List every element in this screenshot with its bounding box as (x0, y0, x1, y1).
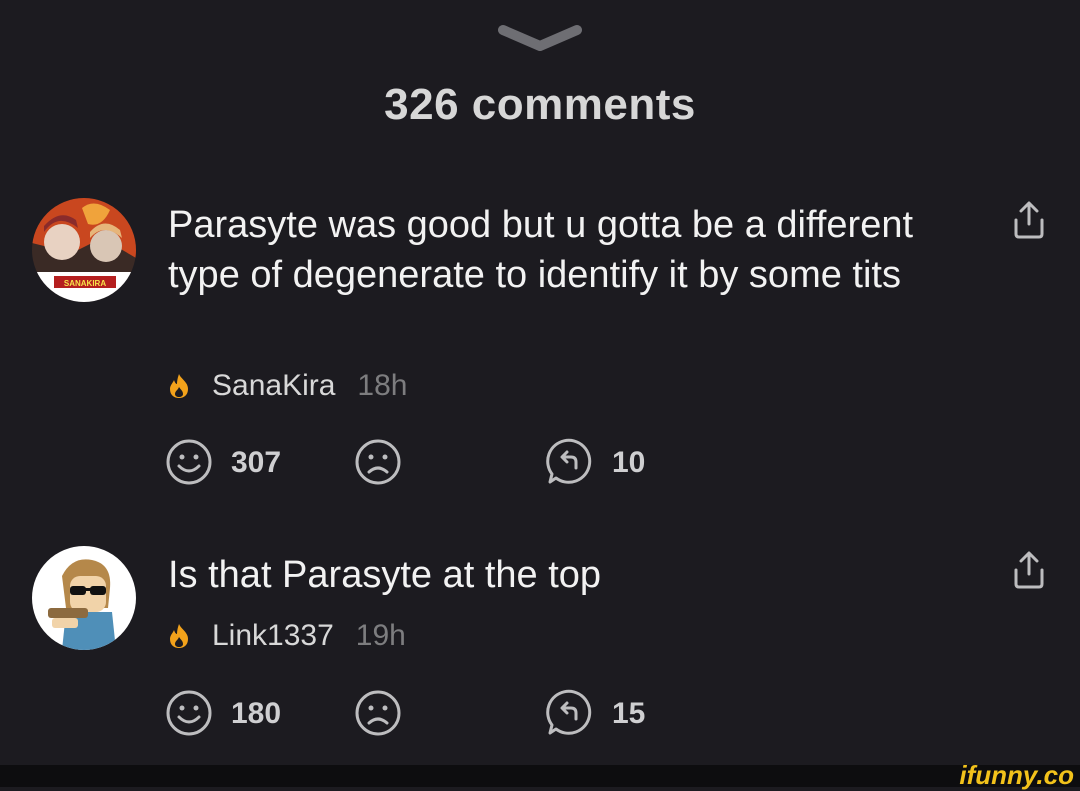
comment-text: Parasyte was good but u gotta be a diffe… (168, 204, 914, 296)
frown-icon[interactable] (354, 689, 402, 737)
comment-text: Is that Parasyte at the top (168, 554, 602, 596)
avatar[interactable] (32, 546, 136, 650)
reply-count: 15 (612, 697, 646, 730)
reply-icon[interactable] (546, 438, 594, 486)
share-icon[interactable] (1010, 200, 1048, 240)
comment-meta: SanaKira 18h (168, 366, 407, 406)
ifunny-watermark: ifunny.co (959, 760, 1074, 790)
username-link[interactable]: SanaKira (212, 369, 335, 403)
footer-bar (0, 765, 1080, 787)
flame-icon (170, 374, 188, 398)
avatar[interactable]: SANAKIRA (32, 198, 136, 302)
collapse-chevron-icon[interactable] (497, 24, 583, 52)
flame-icon (170, 624, 188, 648)
reply-icon[interactable] (546, 689, 594, 737)
like-count: 180 (231, 697, 282, 730)
reply-count: 10 (612, 446, 646, 479)
smile-icon[interactable] (165, 438, 213, 486)
username-link[interactable]: Link1337 (212, 619, 334, 653)
frown-icon[interactable] (354, 438, 402, 486)
comments-count-title: 326 comments (384, 80, 696, 129)
smile-icon[interactable] (165, 689, 213, 737)
comment-time: 18h (357, 369, 408, 402)
comment-meta: Link1337 19h (168, 616, 406, 656)
avatar-label-text: SANAKIRA (64, 279, 106, 288)
like-count: 307 (231, 446, 282, 479)
comment-time: 19h (355, 619, 406, 652)
share-icon[interactable] (1010, 550, 1048, 590)
